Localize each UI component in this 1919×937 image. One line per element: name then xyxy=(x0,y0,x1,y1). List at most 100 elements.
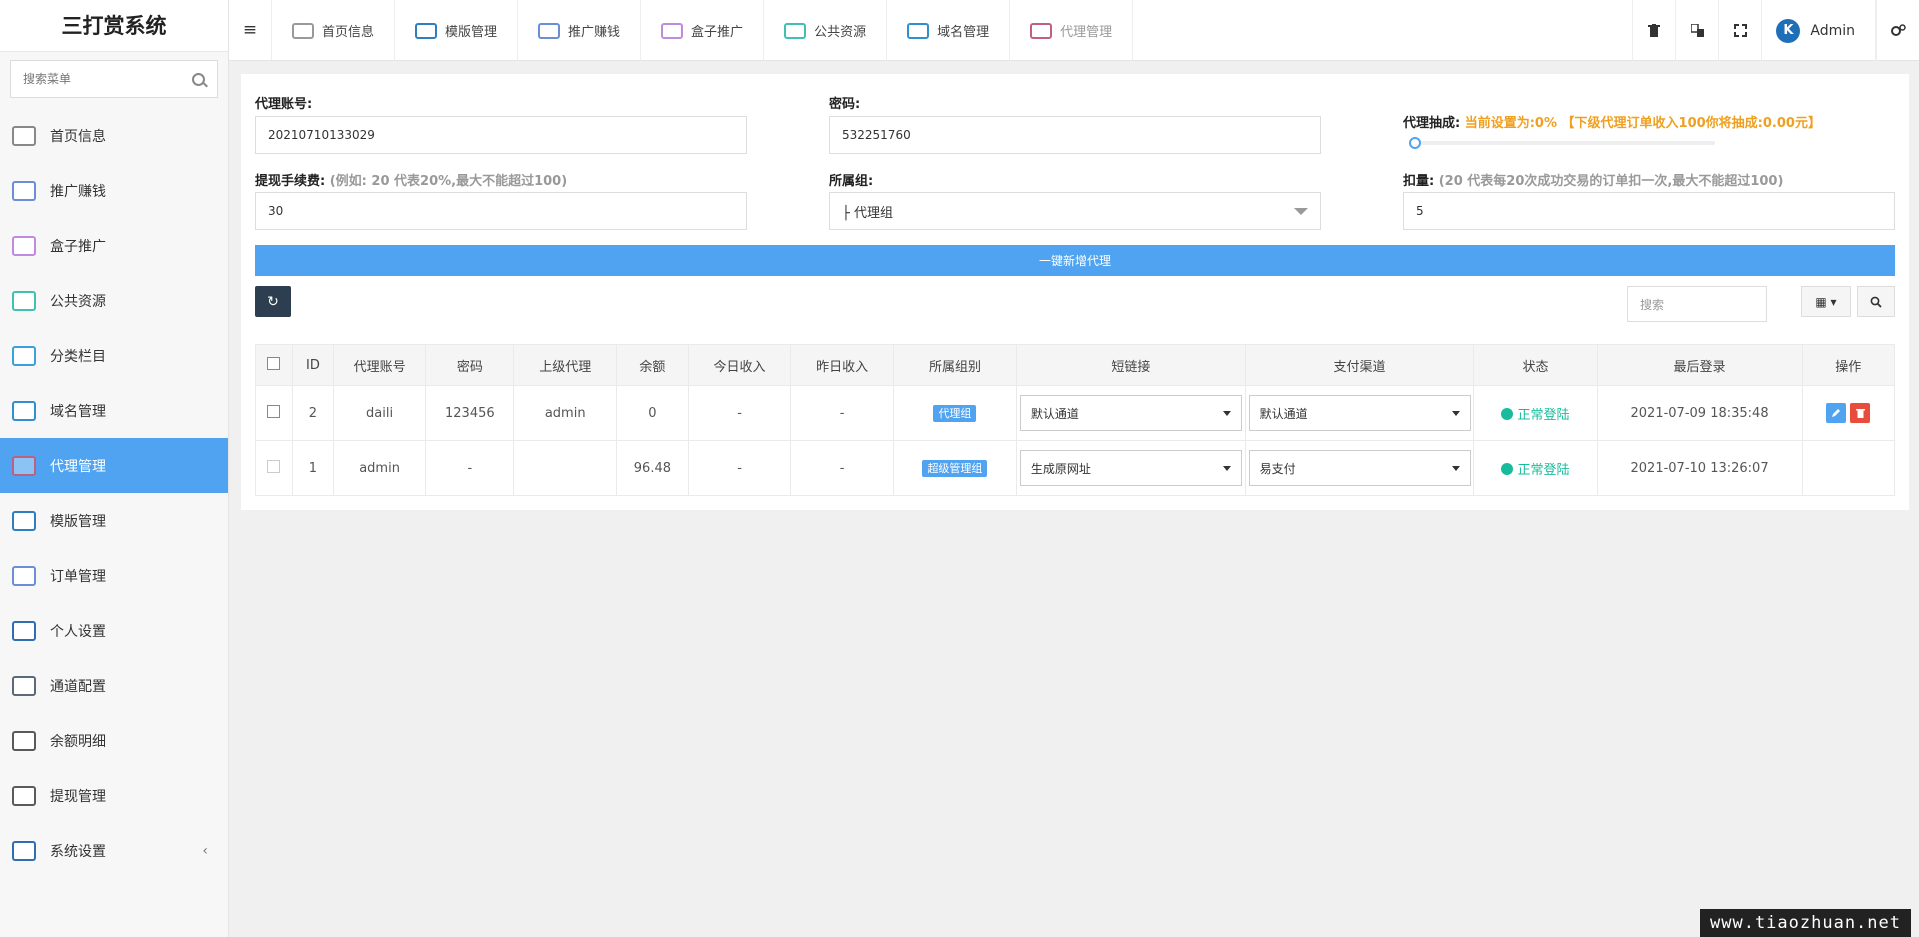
commission-slider-knob[interactable] xyxy=(1409,137,1421,149)
top-tab-label: 推广赚钱 xyxy=(568,25,621,40)
column-header[interactable]: 短链接 xyxy=(1015,344,1246,386)
sidebar-item[interactable]: 系统设置 ‹ xyxy=(0,823,228,878)
sidebar-item[interactable]: 个人设置 xyxy=(0,603,228,658)
sidebar-item[interactable]: 提现管理 xyxy=(0,768,228,823)
column-header[interactable]: 操作 xyxy=(1801,344,1896,386)
column-header[interactable]: 余额 xyxy=(616,344,689,386)
pay-channel-select[interactable]: 默认通道 xyxy=(1248,395,1471,431)
columns-toggle-button[interactable]: ▦ ▾ xyxy=(1801,286,1851,317)
sidebar-item[interactable]: 推广赚钱 xyxy=(0,163,228,218)
sidebar-item-label: 系统设置 xyxy=(50,843,106,860)
pencil-icon xyxy=(1832,409,1841,417)
gears-icon[interactable] xyxy=(1876,0,1919,61)
cell-password: - xyxy=(425,440,515,496)
translate-icon[interactable] xyxy=(1675,0,1718,61)
row-checkbox[interactable] xyxy=(267,459,281,473)
group-select[interactable]: ├ 代理组 xyxy=(829,192,1321,230)
fee-label-text: 提现手续费: xyxy=(255,174,326,189)
agent-table: ID 代理账号 密码 上级代理 余额 今日收入 昨日收入 所属组别 短链接 支付渠道 状态 最后登录操… xyxy=(255,344,1896,496)
sidebar-item[interactable]: 域名管理 xyxy=(0,383,228,438)
password-input[interactable]: 532251760 xyxy=(829,116,1321,154)
column-header[interactable]: 支付渠道 xyxy=(1244,344,1475,386)
fullscreen-icon[interactable] xyxy=(1718,0,1761,61)
top-tab-label: 模版管理 xyxy=(445,25,498,40)
tab-icon xyxy=(907,22,930,39)
cell-parent: admin xyxy=(513,385,617,441)
commission-slider-track[interactable] xyxy=(1415,141,1715,145)
sidebar-item[interactable]: 分类栏目 xyxy=(0,328,228,383)
column-header[interactable]: 昨日收入 xyxy=(790,344,894,386)
top-tab[interactable]: 公共资源 xyxy=(764,0,888,61)
sidebar-item[interactable]: 盒子推广 xyxy=(0,218,228,273)
account-label: 代理账号: xyxy=(255,97,313,112)
table-search-input[interactable]: 搜索 xyxy=(1627,286,1767,322)
tab-icon xyxy=(1030,22,1053,39)
cell-today: - xyxy=(687,440,792,496)
top-right-tools: K Admin xyxy=(1632,0,1919,61)
pay-channel-select[interactable]: 易支付 xyxy=(1248,450,1471,486)
avatar: K xyxy=(1776,18,1801,43)
column-header[interactable]: 代理账号 xyxy=(332,344,427,386)
sidebar-item[interactable]: 余额明细 xyxy=(0,713,228,768)
commission-label: 代理抽成: 当前设置为:0% 【下级代理订单收入100你将抽成:0.00元】 xyxy=(1403,112,1821,131)
sidebar-item[interactable]: 订单管理 xyxy=(0,548,228,603)
system-icon xyxy=(12,840,36,861)
withdraw-icon xyxy=(12,785,36,806)
column-header[interactable]: 最后登录 xyxy=(1596,344,1803,386)
refresh-button[interactable]: ↻ xyxy=(255,286,291,317)
column-header[interactable]: 密码 xyxy=(425,344,515,386)
cell-status: 正常登陆 xyxy=(1473,440,1598,496)
fee-input[interactable]: 30 xyxy=(255,192,747,230)
tab-icon xyxy=(784,22,807,39)
top-tab[interactable]: 推广赚钱 xyxy=(518,0,642,61)
sidebar-item[interactable]: 公共资源 xyxy=(0,273,228,328)
cell-balance: 96.48 xyxy=(616,440,689,496)
select-all-checkbox[interactable] xyxy=(267,356,281,370)
cell-pay-channel: 默认通道 xyxy=(1244,385,1475,441)
menu-search[interactable] xyxy=(10,60,218,98)
menu-search-input[interactable] xyxy=(23,72,192,86)
column-header[interactable]: 状态 xyxy=(1473,344,1598,386)
status-text: 正常登陆 xyxy=(1517,407,1570,423)
balance-icon xyxy=(12,730,36,751)
sidebar-item-label: 订单管理 xyxy=(50,568,106,585)
account-input[interactable]: 20210710133029 xyxy=(255,116,747,154)
cell-short-link: 生成原网址 xyxy=(1015,440,1246,496)
tab-icon xyxy=(661,22,684,39)
short-link-select[interactable]: 默认通道 xyxy=(1019,395,1242,431)
top-tab[interactable]: 代理管理 xyxy=(1010,0,1134,61)
trash-icon[interactable] xyxy=(1632,0,1675,61)
short-link-select[interactable]: 生成原网址 xyxy=(1019,450,1242,486)
top-tab[interactable]: 模版管理 xyxy=(395,0,519,61)
top-tab-label: 公共资源 xyxy=(814,25,867,40)
delete-button[interactable] xyxy=(1850,403,1871,423)
top-tab[interactable]: 首页信息 xyxy=(272,0,396,61)
fee-hint: (例如: 20 代表20%,最大不能超过100) xyxy=(329,174,568,189)
edit-button[interactable] xyxy=(1826,403,1847,423)
table-search-button[interactable] xyxy=(1857,286,1895,317)
top-tab[interactable]: 盒子推广 xyxy=(641,0,765,61)
column-header[interactable]: 所属组别 xyxy=(892,344,1017,386)
sidebar: 三打赏系统 首页信息推广赚钱盒子推广公共资源分类栏目域名管理代理管理模版管理订单… xyxy=(0,0,229,937)
app-logo-title: 三打赏系统 xyxy=(0,0,228,52)
column-header[interactable]: ID xyxy=(291,344,334,386)
top-tab[interactable]: 域名管理 xyxy=(887,0,1011,61)
deduct-label-text: 扣量: xyxy=(1403,174,1435,189)
menu-toggle-icon[interactable]: ≡ xyxy=(229,0,272,60)
sidebar-item[interactable]: 首页信息 xyxy=(0,108,228,163)
row-checkbox[interactable] xyxy=(267,404,281,418)
deduct-input[interactable]: 5 xyxy=(1403,192,1895,230)
tab-icon xyxy=(415,22,438,39)
column-header[interactable]: 今日收入 xyxy=(687,344,792,386)
add-agent-button[interactable]: 一键新增代理 xyxy=(255,245,1895,276)
sidebar-item[interactable]: 模版管理 xyxy=(0,493,228,548)
group-badge: 超级管理组 xyxy=(922,460,988,477)
sidebar-item[interactable]: 通道配置 xyxy=(0,658,228,713)
sidebar-item[interactable]: 代理管理 xyxy=(0,438,228,493)
column-header[interactable]: 上级代理 xyxy=(513,344,617,386)
cell-id: 2 xyxy=(291,385,334,441)
sidebar-item-label: 代理管理 xyxy=(50,458,106,475)
sidebar-item-label: 个人设置 xyxy=(50,623,106,640)
admin-user-menu[interactable]: K Admin xyxy=(1761,0,1876,61)
cell-group: 代理组 xyxy=(892,385,1017,441)
